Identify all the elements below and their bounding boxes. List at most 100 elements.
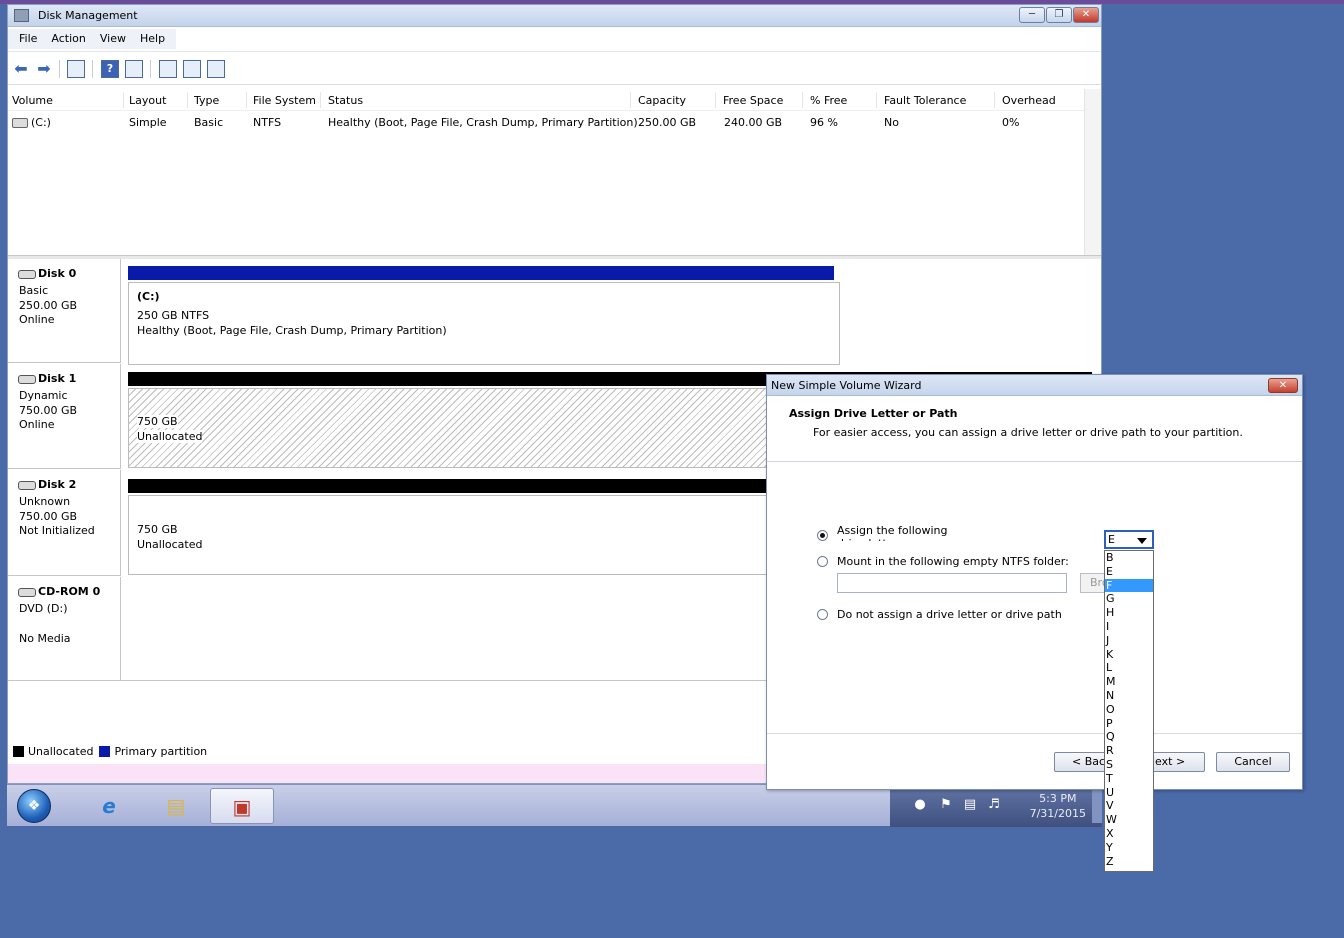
drive-letter-option[interactable]: U <box>1105 786 1153 800</box>
disk-icon <box>18 374 36 384</box>
network-icon[interactable]: ▤ <box>962 797 978 813</box>
column-percent-free[interactable]: % Free <box>810 94 847 107</box>
drive-letter-option[interactable]: F <box>1105 578 1153 593</box>
disk-label-0[interactable]: Disk 0 Basic 250.00 GB Online <box>8 259 121 363</box>
drive-letter-option[interactable]: I <box>1105 620 1153 634</box>
forward-arrow-icon[interactable]: ➡ <box>35 60 53 78</box>
drive-letter-option[interactable]: J <box>1105 634 1153 648</box>
column-capacity[interactable]: Capacity <box>638 94 686 107</box>
column-divider[interactable] <box>630 92 631 108</box>
drive-letter-option[interactable]: R <box>1105 744 1153 758</box>
disk-warning-icon <box>18 480 36 490</box>
column-layout[interactable]: Layout <box>129 94 166 107</box>
disk-label-2[interactable]: Disk 2 Unknown 750.00 GB Not Initialized <box>8 470 121 576</box>
drive-letter-option[interactable]: V <box>1105 799 1153 813</box>
column-divider[interactable] <box>123 92 124 108</box>
column-divider[interactable] <box>187 92 188 108</box>
drive-letter-option[interactable]: K <box>1105 648 1153 662</box>
refresh-icon[interactable] <box>159 60 177 78</box>
drive-letter-option[interactable]: B <box>1105 551 1153 565</box>
disk-type: Unknown <box>19 495 71 508</box>
restore-button[interactable]: ❐ <box>1046 7 1072 23</box>
menu-view[interactable]: View <box>93 29 133 49</box>
column-overhead[interactable]: Overhead <box>1002 94 1056 107</box>
computer-management-taskbar-button[interactable]: ▣ <box>210 788 274 824</box>
start-button[interactable]: ❖ <box>17 789 51 823</box>
folder-path-input[interactable] <box>837 573 1067 593</box>
disk-label-cdrom[interactable]: CD-ROM 0 DVD (D:) No Media <box>8 577 121 681</box>
no-letter-radio[interactable] <box>817 609 828 620</box>
volume-muted-icon[interactable]: ♬ <box>986 797 1002 813</box>
show-hide-console-tree-icon[interactable] <box>67 60 85 78</box>
drive-letter-option[interactable]: W <box>1105 813 1153 827</box>
drive-letter-option[interactable]: O <box>1105 703 1153 717</box>
file-explorer-icon[interactable]: ▤ <box>150 788 202 824</box>
wizard-title-bar[interactable]: New Simple Volume Wizard ✕ <box>767 375 1302 396</box>
drive-letter-option[interactable]: N <box>1105 689 1153 703</box>
assign-letter-radio[interactable] <box>817 530 828 541</box>
table-row[interactable]: (C:) Simple Basic NTFS Healthy (Boot, Pa… <box>8 115 1086 133</box>
rescan-disks-icon[interactable] <box>207 60 225 78</box>
help-icon[interactable]: ? <box>101 60 119 78</box>
menu-help[interactable]: Help <box>133 29 172 49</box>
menu-bar: File Action View Help <box>8 27 1101 52</box>
toolbar-separator <box>150 60 151 78</box>
drive-letter-option[interactable]: P <box>1105 717 1153 731</box>
column-volume[interactable]: Volume <box>12 94 53 107</box>
properties-icon[interactable] <box>183 60 201 78</box>
column-status[interactable]: Status <box>328 94 363 107</box>
menu-action[interactable]: Action <box>44 29 92 49</box>
column-file-system[interactable]: File System <box>253 94 316 107</box>
file-system-cell: NTFS <box>253 116 282 129</box>
close-button[interactable]: ✕ <box>1073 7 1099 23</box>
drive-letter-option[interactable]: Z <box>1105 855 1153 869</box>
internet-explorer-icon[interactable]: e <box>83 788 135 824</box>
column-divider[interactable] <box>246 92 247 108</box>
column-divider[interactable] <box>320 92 321 108</box>
disk-icon <box>18 269 36 279</box>
drive-letter-option[interactable]: Y <box>1105 841 1153 855</box>
column-divider[interactable] <box>715 92 716 108</box>
column-type[interactable]: Type <box>194 94 219 107</box>
volume-cell: (C:) <box>12 116 51 129</box>
drive-letter-option[interactable]: Q <box>1105 730 1153 744</box>
drive-letter-option[interactable]: G <box>1105 592 1153 606</box>
no-letter-label: Do not assign a drive letter or drive pa… <box>837 608 1062 621</box>
flag-icon[interactable]: ⚑ <box>938 797 954 813</box>
drive-letter-combobox[interactable]: E <box>1104 530 1154 549</box>
column-divider[interactable] <box>876 92 877 108</box>
column-free-space[interactable]: Free Space <box>723 94 783 107</box>
drive-letter-option[interactable]: H <box>1105 606 1153 620</box>
mount-folder-radio[interactable] <box>817 556 828 567</box>
mount-folder-label: Mount in the following empty NTFS folder… <box>837 555 1069 568</box>
drive-letter-option[interactable]: S <box>1105 758 1153 772</box>
title-bar[interactable]: Disk Management ─ ❐ ✕ <box>8 5 1101 27</box>
drive-letter-option[interactable]: T <box>1105 772 1153 786</box>
legend-unallocated: Unallocated <box>28 745 94 758</box>
drive-letter-option[interactable]: L <box>1105 661 1153 675</box>
disk-type: Basic <box>19 284 49 297</box>
unallocated-swatch <box>13 746 24 757</box>
drive-letter-option[interactable]: X <box>1105 827 1153 841</box>
update-icon[interactable]: ● <box>912 797 928 813</box>
volume-list-scrollbar[interactable] <box>1084 89 1101 259</box>
cancel-button[interactable]: Cancel <box>1216 752 1290 772</box>
back-arrow-icon[interactable]: ⬅ <box>12 60 30 78</box>
wizard-close-button[interactable]: ✕ <box>1268 378 1298 393</box>
show-desktop-button[interactable] <box>1092 789 1102 823</box>
drive-letter-option[interactable]: M <box>1105 675 1153 689</box>
drive-letter-option[interactable]: E <box>1105 565 1153 579</box>
column-divider[interactable] <box>994 92 995 108</box>
partition-c[interactable]: (C:) 250 GB NTFS Healthy (Boot, Page Fil… <box>128 282 840 365</box>
menu-file[interactable]: File <box>12 29 44 49</box>
disk-state: Not Initialized <box>19 524 95 537</box>
column-fault-tolerance[interactable]: Fault Tolerance <box>884 94 966 107</box>
disk-label-1[interactable]: Disk 1 Dynamic 750.00 GB Online <box>8 364 121 469</box>
disk-state: No Media <box>19 632 71 645</box>
capacity-cell: 250.00 GB <box>638 116 697 129</box>
clock[interactable]: 5:3 PM 7/31/2015 <box>1030 791 1086 821</box>
properties-pane-icon[interactable] <box>125 60 143 78</box>
minimize-button[interactable]: ─ <box>1019 7 1045 23</box>
system-tray: ● ⚑ ▤ ♬ 5:3 PM 7/31/2015 <box>890 785 1102 827</box>
column-divider[interactable] <box>802 92 803 108</box>
